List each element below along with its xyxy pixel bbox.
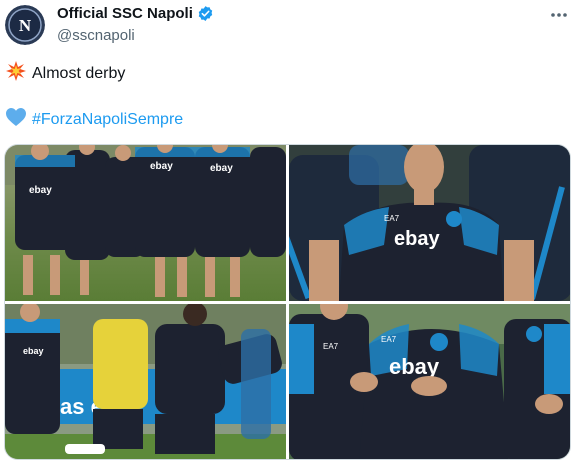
hashtag-link[interactable]: #ForzaNapoliSempre — [32, 111, 183, 129]
tweet-header: N Official SSC Napoli @sscnapoli — [0, 0, 577, 50]
tweet-text-line-2: #ForzaNapoliSempre — [6, 108, 183, 132]
jersey-sponsor-text: ebay — [394, 228, 440, 250]
photo-1[interactable]: ebay ebay ebay — [5, 145, 286, 301]
name-row: Official SSC Napoli — [57, 5, 214, 22]
blue-heart-emoji-icon — [6, 108, 26, 132]
photo-2[interactable]: ebay EA7 — [289, 145, 570, 301]
jersey-sponsor-text: ebay — [29, 185, 52, 196]
handle[interactable]: @sscnapoli — [57, 27, 135, 44]
more-options-icon[interactable] — [548, 6, 570, 24]
jersey-sponsor-text: ebay — [150, 161, 173, 172]
kit-brand-text: EA7 — [381, 335, 397, 344]
svg-text:N: N — [19, 16, 32, 35]
media-grid: ebay ebay ebay ebay EA7 as e lu ebay EA7… — [4, 144, 571, 460]
jersey-sponsor-text: ebay — [210, 163, 233, 174]
verified-badge-icon — [197, 5, 214, 22]
napoli-logo-icon: N — [5, 5, 45, 45]
photo-3[interactable]: as e lu ebay — [5, 304, 286, 459]
tweet-text: Almost derby — [32, 64, 126, 82]
avatar[interactable]: N — [5, 5, 45, 45]
collision-emoji-icon — [6, 61, 26, 86]
kit-brand-text: EA7 — [384, 214, 400, 223]
photo-4[interactable]: EA7 ebay EA7 — [289, 304, 570, 459]
kit-brand-text: EA7 — [323, 342, 339, 351]
tweet-text-line-1: Almost derby — [6, 61, 125, 86]
jersey-sponsor-text: ebay — [389, 354, 440, 379]
jersey-sponsor-text: ebay — [23, 346, 44, 356]
display-name[interactable]: Official SSC Napoli — [57, 5, 193, 22]
